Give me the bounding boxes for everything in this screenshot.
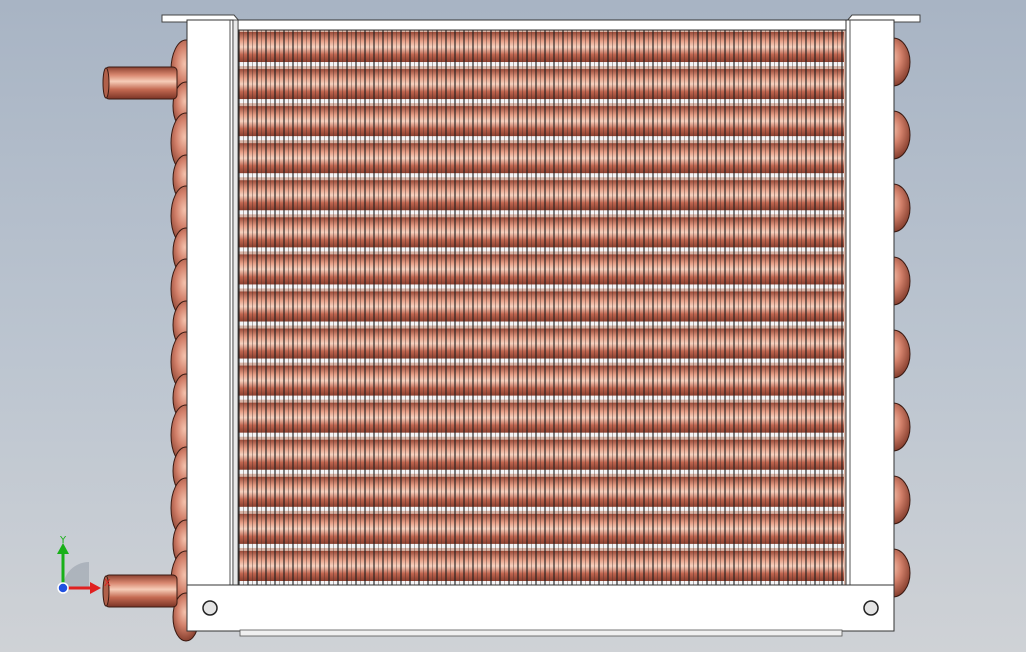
fin-block [233, 27, 847, 589]
right-tube-sheet [845, 19, 895, 591]
inlet-pipe [102, 66, 178, 100]
bottom-mounting-plate [186, 584, 895, 637]
outlet-pipe [102, 574, 178, 608]
triad-x-label: X [104, 578, 111, 589]
model-viewport[interactable]: Y X [0, 0, 1026, 652]
left-tube-sheet [186, 19, 239, 591]
top-frame-strip [237, 19, 847, 31]
triad-y-label: Y [59, 535, 67, 546]
mounting-hole-left [202, 600, 218, 616]
z-axis-dot [57, 582, 69, 594]
x-axis-arrowhead [90, 582, 101, 594]
mounting-hole-right [863, 600, 879, 616]
